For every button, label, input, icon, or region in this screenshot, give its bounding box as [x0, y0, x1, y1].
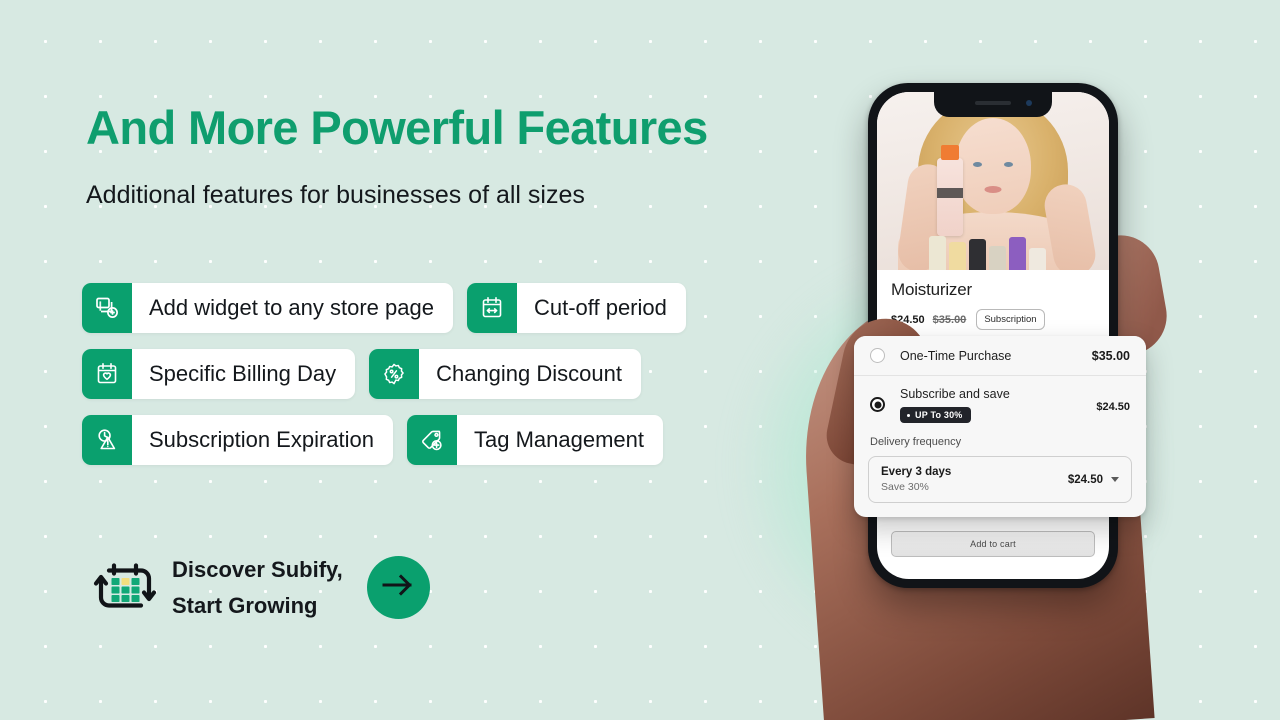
feature-row: Add widget to any store page Cut-off per…	[82, 283, 686, 333]
subscription-badge: Subscription	[976, 309, 1045, 330]
product-tube	[989, 246, 1006, 270]
delivery-frequency-select[interactable]: Every 3 days Save 30% $24.50	[868, 456, 1132, 503]
delivery-frequency-label: Delivery frequency	[854, 436, 1146, 456]
phone-mockup: Moisturizer $24.50 $35.00 Subscription Q…	[795, 0, 1280, 720]
add-to-cart-button[interactable]: Add to cart	[891, 531, 1095, 557]
feature-label: Changing Discount	[436, 361, 622, 386]
product-price-row: $24.50 $35.00 Subscription	[891, 309, 1095, 330]
tag-plus-icon	[407, 415, 458, 465]
product-bottle	[937, 145, 963, 236]
feature-pill-specific-billing-day[interactable]: Specific Billing Day	[82, 349, 356, 399]
slide-canvas: And More Powerful Features Additional fe…	[0, 0, 1280, 720]
feature-label: Cut-off period	[533, 295, 667, 320]
purchase-option-subscribe[interactable]: Subscribe and save UP To 30% $24.50	[854, 375, 1146, 436]
camera-icon	[1026, 100, 1032, 106]
feature-pill-changing-discount[interactable]: Changing Discount	[369, 349, 641, 399]
product-tube	[969, 239, 986, 270]
option-label-wrap: Subscribe and save UP To 30%	[900, 387, 1096, 423]
feature-label: Tag Management	[474, 427, 645, 452]
subscription-options-card: One-Time Purchase $35.00 Subscribe and s…	[854, 336, 1146, 517]
cta-arrow-button[interactable]	[366, 556, 430, 620]
chevron-down-icon[interactable]	[1111, 477, 1119, 482]
feature-label: Specific Billing Day	[149, 361, 337, 386]
model-eye-left	[973, 162, 982, 167]
product-tube	[1029, 248, 1046, 270]
option-name: Subscribe and save	[900, 387, 1010, 401]
page-title: And More Powerful Features	[86, 101, 708, 154]
feature-row: Specific Billing Day Changing Discount	[82, 349, 686, 399]
left-content-column: And More Powerful Features Additional fe…	[82, 0, 802, 720]
arrow-right-icon	[381, 572, 415, 603]
frequency-title: Every 3 days	[881, 466, 952, 478]
calendar-arrows-icon	[466, 283, 517, 333]
feature-pill-cut-off-period[interactable]: Cut-off period	[466, 283, 686, 333]
cta-block: Discover Subify, Start Growing	[92, 552, 430, 623]
product-tube	[949, 242, 966, 270]
feature-label: Add widget to any store page	[149, 295, 434, 320]
feature-pill-tag-management[interactable]: Tag Management	[407, 415, 664, 465]
product-tube	[929, 236, 946, 270]
model-eye-right	[1004, 162, 1013, 167]
clock-warning-icon	[82, 415, 132, 465]
speaker-icon	[975, 101, 1011, 105]
cta-line-2: Start Growing	[172, 592, 318, 618]
feature-label: Subscription Expiration	[149, 427, 375, 452]
feature-row: Subscription Expiration Tag Management	[82, 415, 686, 465]
model-face	[955, 118, 1031, 214]
frequency-savings: Save 30%	[881, 481, 929, 493]
radio-one-time[interactable]	[870, 348, 885, 363]
feature-pill-add-widget[interactable]: Add widget to any store page	[82, 283, 453, 333]
purchase-option-one-time[interactable]: One-Time Purchase $35.00	[854, 336, 1146, 375]
widget-plus-icon	[82, 283, 132, 333]
radio-subscribe-and-save[interactable]	[870, 397, 885, 412]
product-title: Moisturizer	[891, 280, 972, 299]
percent-badge-icon	[369, 349, 420, 399]
product-photo	[877, 92, 1109, 270]
frequency-text-wrap: Every 3 days Save 30%	[881, 466, 1068, 493]
feature-pill-list: Add widget to any store page Cut-off per…	[82, 283, 686, 481]
product-tube-row	[929, 236, 1046, 270]
bottle-label	[937, 188, 963, 198]
page-subtitle: Additional features for businesses of al…	[86, 181, 585, 209]
save-badge: UP To 30%	[900, 407, 972, 423]
bottle-cap	[941, 145, 959, 160]
calendar-heart-icon	[82, 349, 132, 399]
cta-text: Discover Subify, Start Growing	[172, 552, 343, 623]
option-price: $35.00	[1091, 348, 1130, 363]
subify-calendar-logo	[92, 555, 158, 621]
cta-line-1: Discover Subify,	[172, 557, 343, 582]
feature-pill-subscription-expiration[interactable]: Subscription Expiration	[82, 415, 394, 465]
frequency-price: $24.50	[1067, 473, 1103, 486]
option-name: One-Time Purchase	[900, 348, 1012, 363]
option-label-wrap: One-Time Purchase	[900, 349, 1092, 363]
product-price-original: $35.00	[932, 313, 967, 326]
phone-notch	[934, 92, 1052, 117]
product-tube	[1009, 237, 1026, 270]
model-lips	[984, 186, 1002, 193]
option-price: $24.50	[1096, 401, 1130, 413]
